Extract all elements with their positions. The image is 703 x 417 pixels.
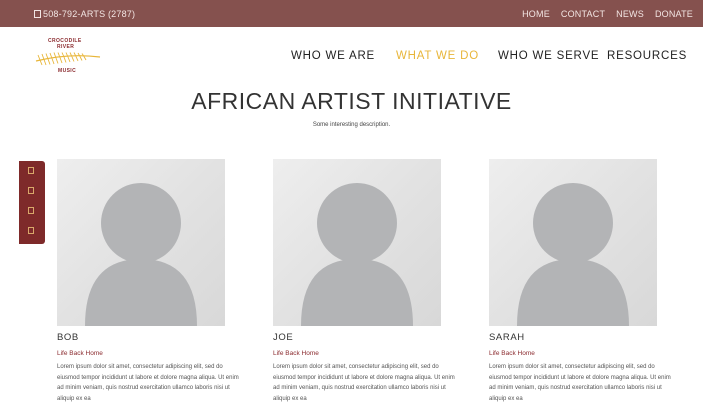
artist-card: BOB Life Back Home Lorem ipsum dolor sit… [57,159,239,404]
phone-text: 508-792-ARTS (2787) [43,9,136,19]
nav-item-what-we-do[interactable]: WHAT WE DO [396,50,479,62]
logo-line-3: MUSIC [58,68,77,74]
artist-name: JOE [273,332,294,343]
top-link-news[interactable]: NEWS [616,9,644,19]
artist-card: SARAH Life Back Home Lorem ipsum dolor s… [489,159,671,404]
nav-item-resources[interactable]: RESOURCES [607,50,687,62]
email-icon[interactable] [28,207,34,214]
share-sidebar [19,161,45,244]
artist-name: BOB [57,332,79,343]
top-link-donate[interactable]: DONATE [655,9,693,19]
person-icon [301,183,413,326]
artist-bio: Lorem ipsum dolor sit amet, consectetur … [489,364,671,402]
artist-role-link[interactable]: Life Back Home [57,350,225,357]
artist-card: JOE Life Back Home Lorem ipsum dolor sit… [273,159,455,404]
twitter-icon[interactable] [28,187,34,194]
phone-number[interactable]: 508-792-ARTS (2787) [34,9,135,19]
nav-item-who-we-serve[interactable]: WHO WE SERVE [498,50,599,62]
avatar-placeholder [489,159,657,326]
top-links: HOME CONTACT NEWS DONATE [522,9,693,19]
person-icon [85,183,197,326]
artist-role-link[interactable]: Life Back Home [273,350,441,357]
nav-item-who-we-are[interactable]: WHO WE ARE [291,50,375,62]
person-icon [517,183,629,326]
top-link-contact[interactable]: CONTACT [561,9,605,19]
artist-name: SARAH [489,332,525,343]
phone-icon [34,10,41,18]
avatar-placeholder [273,159,441,326]
top-bar: 508-792-ARTS (2787) HOME CONTACT NEWS DO… [0,0,703,27]
artist-bio: Lorem ipsum dolor sit amet, consectetur … [273,364,455,402]
main-nav: WHO WE ARE WHAT WE DO WHO WE SERVE RESOU… [0,50,703,66]
artist-bio: Lorem ipsum dolor sit amet, consectetur … [57,364,239,402]
page-title: AFRICAN ARTIST INITIATIVE [191,88,512,114]
avatar-placeholder [57,159,225,326]
top-link-home[interactable]: HOME [522,9,550,19]
facebook-icon[interactable] [28,167,34,174]
artist-role-link[interactable]: Life Back Home [489,350,657,357]
share-icon[interactable] [28,227,34,234]
page-subtitle: Some interesting description. [312,122,391,128]
